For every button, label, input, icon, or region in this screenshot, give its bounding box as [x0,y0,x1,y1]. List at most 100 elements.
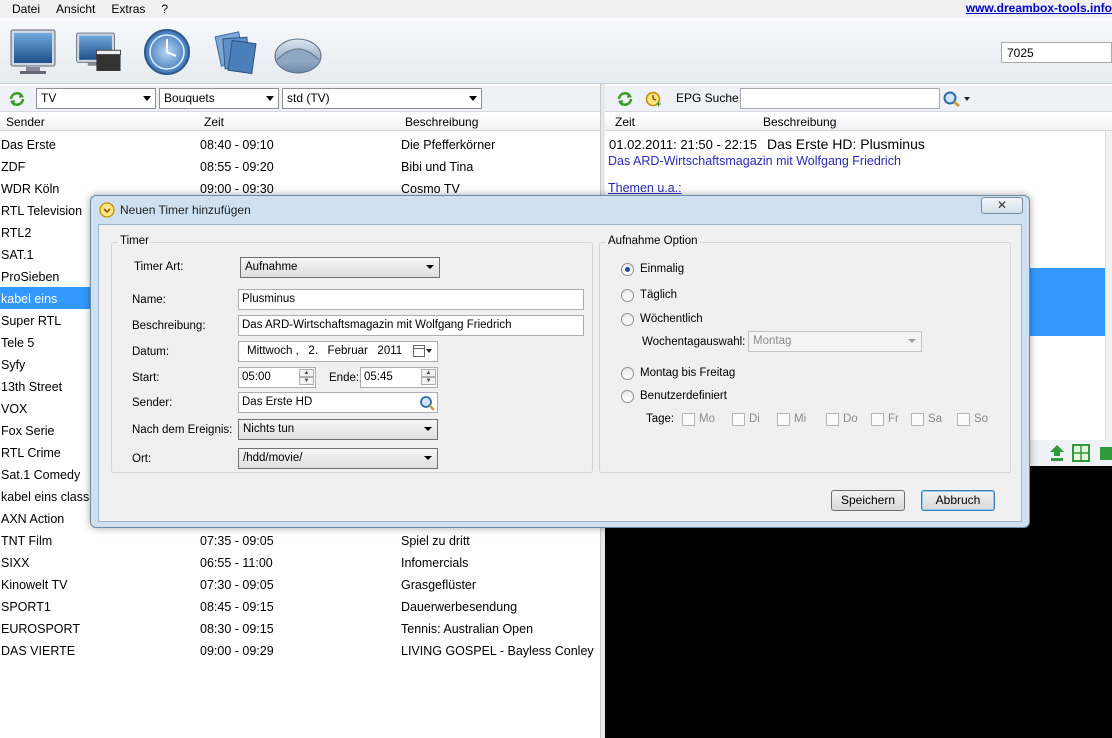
name-input[interactable]: Plusminus [238,289,584,310]
sender-input[interactable]: Das Erste HD [238,392,438,413]
clock-icon[interactable] [143,26,193,78]
close-button[interactable]: ✕ [981,197,1023,214]
radio-taeglich[interactable] [621,289,634,302]
ende-spinner[interactable]: ▲ ▼ [421,369,436,386]
bouquet-filter-select[interactable]: Bouquets [159,88,279,109]
table-row[interactable]: DAS VIERTE 09:00 - 09:29 LIVING GOSPEL - B… [0,639,600,661]
radio-montag-bis-freitag[interactable] [621,367,634,380]
checkbox-sa[interactable] [911,413,924,426]
column-sender[interactable]: Sender [6,115,45,129]
start-input[interactable]: 05:00 ▲ ▼ [238,367,316,388]
cell-zeit: 06:55 - 11:00 [200,556,273,570]
table-row[interactable]: SIXX 06:55 - 11:00 Infomercials [0,551,600,573]
nach-ereignis-label: Nach dem Ereignis: [132,424,233,436]
sender-value: Das Erste HD [242,396,313,408]
table-row[interactable]: SPORT1 08:45 - 09:15 Dauerwerbesendung [0,595,600,617]
einmalig-label: Einmalig [640,263,685,275]
radio-einmalig[interactable] [621,263,634,276]
cell-sender: Das Erste [1,138,56,152]
refresh-icon[interactable] [8,90,26,108]
checkbox-mo[interactable] [682,413,695,426]
checkbox-di[interactable] [732,413,745,426]
ort-select[interactable]: /hdd/movie/ [238,448,438,469]
epg-entry-time: 01.02.2011: 21:50 - 22:15 [609,137,757,152]
menu-datei[interactable]: Datei [6,2,48,16]
column-epg-zeit[interactable]: Zeit [615,115,635,129]
name-value: Plusminus [242,293,296,305]
dialog-body: Timer Timer Art: Aufnahme Name: Plusminu… [98,224,1022,522]
bouquet-icon[interactable] [210,26,260,78]
cell-sender: VOX [1,402,28,416]
timer-art-value: Aufnahme [245,261,298,273]
ende-input[interactable]: 05:45 ▲ ▼ [360,367,438,388]
cell-beschreibung: Infomercials [401,556,469,570]
menu-ansicht[interactable]: Ansicht [50,2,103,16]
table-row[interactable]: EUROSPORT 08:30 - 09:15 Tennis: Australian… [0,617,600,639]
column-epg-beschreibung[interactable]: Beschreibung [763,115,836,129]
nach-ereignis-select[interactable]: Nichts tun [238,419,438,440]
benutzerdefiniert-label: Benutzerdefiniert [640,390,727,402]
radio-benutzerdefiniert[interactable] [621,390,634,403]
datum-label: Datum: [132,346,170,358]
checkbox-fr[interactable] [871,413,884,426]
table-row[interactable]: TNT Film 07:35 - 09:05 Spiel zu dritt [0,529,600,551]
search-icon[interactable] [942,90,972,108]
cell-sender: DAS VIERTE [1,644,76,658]
wochentag-select[interactable]: Montag [748,331,922,352]
record-icon[interactable] [1098,444,1112,462]
ort-value: /hdd/movie/ [243,452,303,464]
ende-value: 05:45 [364,371,393,383]
fullscreen-icon[interactable] [1072,444,1090,462]
box-model-select[interactable]: 7025 [1001,42,1112,63]
checkbox-do[interactable] [826,413,839,426]
nach-ereignis-value: Nichts tun [243,423,295,435]
menu-help[interactable]: ? [155,2,176,16]
epg-entry-more: Themen u.a.: [608,181,682,195]
column-beschreibung[interactable]: Beschreibung [405,115,478,129]
satellite-dish-icon[interactable] [273,26,323,78]
epg-scrollbar[interactable] [1105,131,1112,441]
dialog-title: Neuen Timer hinzufügen [120,203,251,217]
cell-sender: ZDF [1,160,26,174]
cell-sender: SPORT1 [1,600,51,614]
checkbox-mi[interactable] [777,413,790,426]
website-link[interactable]: www.dreambox-tools.info [966,1,1112,15]
table-row[interactable]: Kinowelt TV 07:30 - 09:05 Grasgeflüster [0,573,600,595]
start-spinner[interactable]: ▲ ▼ [299,369,314,386]
datum-picker[interactable]: Mittwoch , 2. Februar 2011 [238,341,438,362]
column-zeit[interactable]: Zeit [204,115,224,129]
wochentag-value: Montag [753,335,792,347]
menu-extras[interactable]: Extras [105,2,153,16]
ende-label: Ende: [329,372,360,384]
timer-add-icon[interactable]: + [645,90,663,108]
radio-woechentlich[interactable] [621,313,634,326]
cell-beschreibung: Bibi und Tina [401,160,474,174]
beschreibung-input[interactable]: Das ARD-Wirtschaftsmagazin mit Wolfgang … [238,315,584,336]
epg-search-input[interactable] [740,88,940,109]
epg-entry-heading[interactable]: 01.02.2011: 21:50 - 22:15 Das Erste HD: P… [609,136,925,152]
day-mo-label: Mo [699,413,715,425]
table-row[interactable]: Das Erste 08:40 - 09:10 Die Pfefferkörner [0,133,600,155]
cell-sender: ProSieben [1,270,60,284]
timer-group: Timer Timer Art: Aufnahme Name: Plusminu… [111,235,593,473]
epg-refresh-icon[interactable] [616,90,634,108]
list-filter-select[interactable]: std (TV) [282,88,482,109]
sender-search-icon[interactable] [419,395,435,411]
start-value: 05:00 [242,371,271,383]
tv-icon[interactable] [8,26,58,78]
box-model-value: 7025 [1007,46,1034,60]
epg-toolbar: + EPG Suche: [605,86,1112,112]
woechentlich-label: Wöchentlich [640,313,703,325]
type-filter-select[interactable]: TV [36,88,156,109]
checkbox-so[interactable] [957,413,970,426]
calendar-icon[interactable] [413,345,433,358]
datum-weekday: Mittwoch [247,345,293,357]
cell-sender: Kinowelt TV [1,578,68,592]
upload-icon[interactable] [1048,444,1066,462]
cancel-button[interactable]: Abbruch [921,490,995,511]
cell-sender: Sat.1 Comedy [1,468,81,482]
save-button[interactable]: Speichern [831,490,905,511]
movie-icon[interactable] [74,26,124,78]
table-row[interactable]: ZDF 08:55 - 09:20 Bibi und Tina [0,155,600,177]
timer-art-select[interactable]: Aufnahme [240,257,440,278]
